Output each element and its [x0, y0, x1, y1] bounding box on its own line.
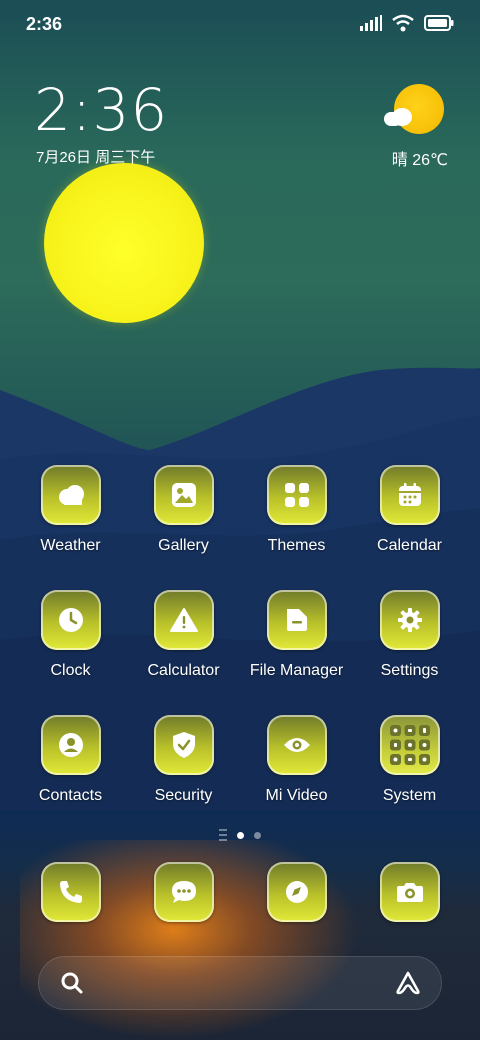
app-calculator[interactable]: Calculator [127, 590, 240, 680]
file-manager-icon [266, 590, 327, 650]
clock-widget-time[interactable]: 2:36 [34, 76, 168, 144]
app-mi-video[interactable]: Mi Video [240, 715, 353, 805]
search-bar[interactable] [38, 956, 442, 1010]
battery-icon [424, 15, 454, 31]
app-label: Clock [50, 662, 91, 679]
clock-widget-date: 7月26日 周三下午 [36, 149, 156, 166]
app-label: Gallery [158, 537, 209, 554]
assistant-icon[interactable] [394, 970, 422, 996]
wallpaper-sun [44, 163, 204, 323]
app-contacts[interactable]: Contacts [14, 715, 127, 805]
app-drawer-indicator-icon[interactable] [219, 829, 227, 841]
app-label: Mi Video [265, 787, 328, 804]
wifi-icon [392, 14, 414, 32]
app-label: Calculator [147, 662, 220, 679]
dock-camera[interactable] [353, 862, 466, 922]
page-dot-active[interactable] [237, 831, 244, 839]
calculator-icon [153, 590, 214, 650]
system-folder-icon [379, 715, 440, 775]
weather-widget[interactable]: 晴 26℃ [384, 84, 448, 169]
search-icon[interactable] [60, 971, 84, 995]
app-file-manager[interactable]: File Manager [240, 590, 353, 680]
app-label: Contacts [38, 787, 103, 804]
browser-compass-icon [266, 862, 327, 922]
status-icons [360, 14, 454, 32]
status-time: 2:36 [26, 14, 63, 34]
settings-icon [379, 590, 440, 650]
dock-messages[interactable] [127, 862, 240, 922]
app-themes[interactable]: Themes [240, 465, 353, 555]
status-bar: 2:36 [0, 0, 480, 50]
gallery-icon [153, 465, 214, 525]
camera-icon [379, 862, 440, 922]
signal-icon [360, 15, 382, 31]
app-settings[interactable]: Settings [353, 590, 466, 680]
weather-widget-text: 晴 26℃ [391, 152, 448, 169]
app-weather[interactable]: Weather [14, 465, 127, 555]
themes-icon [266, 465, 327, 525]
app-clock[interactable]: Clock [14, 590, 127, 680]
phone-icon [40, 862, 101, 922]
page-dot[interactable] [254, 831, 261, 839]
calendar-icon [379, 465, 440, 525]
app-label: File Manager [249, 662, 344, 679]
app-calendar[interactable]: Calendar [353, 465, 466, 555]
dock-phone[interactable] [14, 862, 127, 922]
page-indicator[interactable] [0, 829, 480, 841]
app-label: Settings [380, 662, 439, 679]
app-label: System [382, 787, 437, 804]
app-label: Calendar [377, 537, 442, 554]
app-label: Themes [267, 537, 326, 554]
app-label: Weather [40, 537, 101, 554]
app-system-folder[interactable]: System [353, 715, 466, 805]
clock-icon [40, 590, 101, 650]
messages-icon [153, 862, 214, 922]
mi-video-icon [266, 715, 327, 775]
app-security[interactable]: Security [127, 715, 240, 805]
contacts-icon [40, 715, 101, 775]
app-gallery[interactable]: Gallery [127, 465, 240, 555]
dock-browser[interactable] [240, 862, 353, 922]
app-label: Security [154, 787, 213, 804]
sun-cloud-icon [384, 84, 444, 134]
weather-icon [40, 465, 101, 525]
security-icon [153, 715, 214, 775]
